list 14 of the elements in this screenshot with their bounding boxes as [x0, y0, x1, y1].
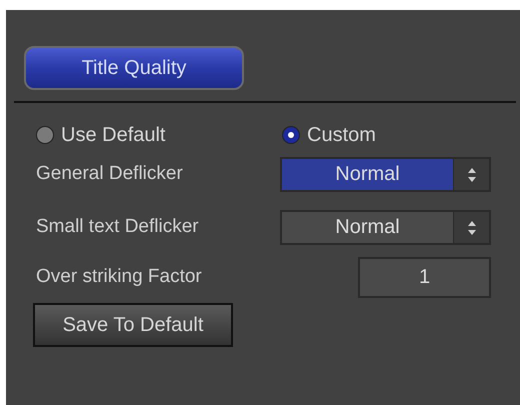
title-quality-button[interactable]: Title Quality — [24, 46, 244, 90]
spinner-arrows-icon[interactable] — [466, 220, 476, 236]
setting-label: Small text Deflicker — [36, 215, 200, 240]
save-to-default-button[interactable]: Save To Default — [33, 303, 233, 347]
setting-label: General Deflicker — [36, 162, 184, 186]
radio-icon[interactable] — [282, 126, 300, 144]
dropdown[interactable]: Normal — [280, 157, 491, 192]
radio-option[interactable]: Custom — [282, 120, 376, 150]
radio-icon[interactable] — [36, 126, 54, 144]
spinner-arrows-icon[interactable] — [466, 166, 476, 182]
setting-label: Over striking Factor — [36, 265, 203, 290]
dropdown[interactable]: Normal — [280, 210, 491, 245]
number-field[interactable]: 1 — [358, 257, 491, 298]
radio-option[interactable]: Use Default — [36, 120, 282, 150]
